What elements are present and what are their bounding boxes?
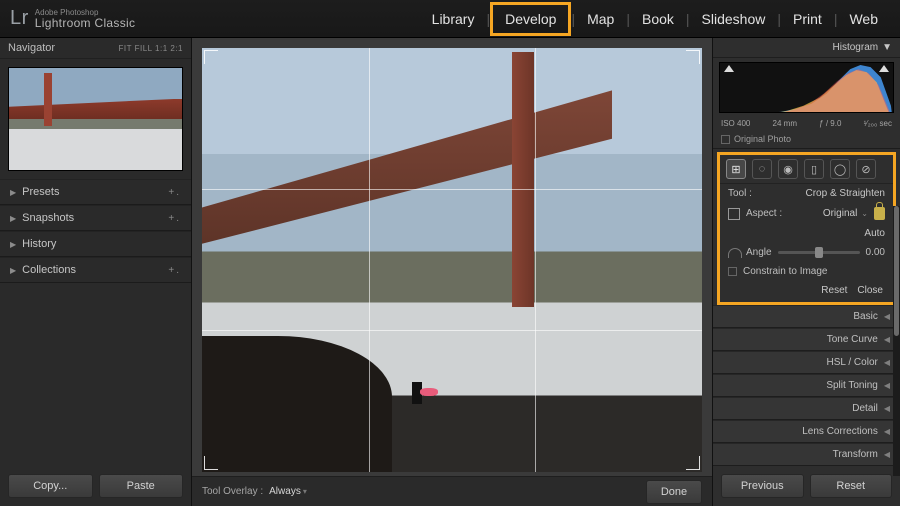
original-photo-row[interactable]: Original Photo <box>713 130 900 149</box>
module-map[interactable]: Map <box>575 5 626 33</box>
body: Navigator FIT FILL 1:1 2:1 ▶Presets+. ▶S… <box>0 38 900 506</box>
right-scrollbar[interactable] <box>893 206 900 476</box>
crop-handle-tl[interactable] <box>204 50 218 64</box>
right-buttons: Previous Reset <box>713 466 900 506</box>
center-column: Tool Overlay : Always ▾ Done <box>192 38 712 506</box>
meta-shutter: ¹⁄₂₀₀ sec <box>864 119 892 128</box>
aspect-label: Aspect : <box>746 208 782 219</box>
reset-button[interactable]: Reset <box>810 474 893 498</box>
panel-transform[interactable]: Transform◀ <box>713 443 900 466</box>
tool-strip: ⊞ ◌ ◉ ▯ ◯ ⊘ <box>720 155 893 184</box>
navigator-header[interactable]: Navigator FIT FILL 1:1 2:1 <box>0 38 191 59</box>
spot-tool-icon[interactable]: ◌ <box>752 159 772 179</box>
previous-button[interactable]: Previous <box>721 474 804 498</box>
paste-button[interactable]: Paste <box>99 474 184 498</box>
navigator-label: Navigator <box>8 42 55 54</box>
tool-name-row: Tool : Crop & Straighten <box>720 184 893 203</box>
panel-presets[interactable]: ▶Presets+. <box>0 179 191 205</box>
logo: Lr <box>10 7 29 30</box>
constrain-label: Constrain to Image <box>743 266 828 277</box>
histogram-header[interactable]: Histogram▼ <box>713 38 900 58</box>
module-slideshow[interactable]: Slideshow <box>690 5 778 33</box>
app-frame: Lr Adobe Photoshop Lightroom Classic Lib… <box>0 0 900 506</box>
left-buttons: Copy... Paste <box>0 466 191 506</box>
module-print[interactable]: Print <box>781 5 834 33</box>
aspect-row: Aspect : Original ⌄ <box>720 203 893 224</box>
angle-label: Angle <box>746 247 772 258</box>
chevron-down-icon[interactable]: ▾ <box>303 487 307 496</box>
brand: Lr Adobe Photoshop Lightroom Classic <box>10 7 135 30</box>
module-book[interactable]: Book <box>630 5 686 33</box>
left-column: Navigator FIT FILL 1:1 2:1 ▶Presets+. ▶S… <box>0 38 192 506</box>
module-develop[interactable]: Develop <box>490 2 571 36</box>
module-picker: Library| Develop| Map| Book| Slideshow| … <box>420 2 890 36</box>
crop-grid[interactable] <box>202 48 702 472</box>
dropdown-icon[interactable]: ⌄ <box>861 209 868 218</box>
slider-thumb[interactable] <box>815 247 823 258</box>
meta-aperture: ƒ / 9.0 <box>819 119 841 128</box>
angle-value[interactable]: 0.00 <box>866 247 885 258</box>
thumb-pylon <box>44 73 52 126</box>
meta-iso: ISO 400 <box>721 119 750 128</box>
crop-tool-icon[interactable]: ⊞ <box>726 159 746 179</box>
topbar: Lr Adobe Photoshop Lightroom Classic Lib… <box>0 0 900 38</box>
brand-title: Lightroom Classic <box>35 17 135 29</box>
module-library[interactable]: Library <box>420 5 487 33</box>
copy-button[interactable]: Copy... <box>8 474 93 498</box>
crop-handle-bl[interactable] <box>204 456 218 470</box>
panel-snapshots[interactable]: ▶Snapshots+. <box>0 205 191 231</box>
brush-tool-icon[interactable]: ⊘ <box>856 159 876 179</box>
angle-row: Angle 0.00 <box>720 243 893 262</box>
crop-actions: Reset Close <box>720 281 893 300</box>
image-canvas[interactable] <box>202 48 702 472</box>
checkbox-icon[interactable] <box>728 267 737 276</box>
scrollbar-thumb[interactable] <box>894 206 899 336</box>
panel-detail[interactable]: Detail◀ <box>713 397 900 420</box>
chevron-down-icon: ▼ <box>882 42 892 53</box>
aspect-value[interactable]: Original <box>823 208 857 219</box>
meta-focal: 24 mm <box>773 119 797 128</box>
angle-icon <box>728 248 742 258</box>
crop-reset-button[interactable]: Reset <box>821 285 847 296</box>
tool-label: Tool : <box>728 188 752 199</box>
panel-split-toning[interactable]: Split Toning◀ <box>713 374 900 397</box>
exif-meta: ISO 400 24 mm ƒ / 9.0 ¹⁄₂₀₀ sec <box>713 117 900 130</box>
crop-close-button[interactable]: Close <box>857 285 883 296</box>
angle-slider[interactable] <box>778 251 860 254</box>
panel-basic[interactable]: Basic◀ <box>713 305 900 328</box>
panel-history[interactable]: ▶History <box>0 231 191 257</box>
radial-tool-icon[interactable]: ◯ <box>830 159 850 179</box>
auto-row: Auto <box>720 224 893 243</box>
original-photo-label: Original Photo <box>734 134 791 144</box>
crop-panel-highlight: ⊞ ◌ ◉ ▯ ◯ ⊘ Tool : Crop & Straighten Asp… <box>717 152 896 305</box>
checkbox-icon[interactable] <box>721 135 730 144</box>
crop-handle-br[interactable] <box>686 456 700 470</box>
panel-collections[interactable]: ▶Collections+. <box>0 257 191 283</box>
done-button[interactable]: Done <box>646 480 702 504</box>
crop-handle-tr[interactable] <box>686 50 700 64</box>
right-column: Histogram▼ ISO 400 24 mm ƒ / 9.0 ¹⁄₂₀₀ s… <box>712 38 900 506</box>
tool-overlay-value[interactable]: Always <box>269 486 301 497</box>
aspect-icon <box>728 208 740 220</box>
brand-text: Adobe Photoshop Lightroom Classic <box>35 9 135 29</box>
lock-icon[interactable] <box>874 207 885 220</box>
auto-button[interactable]: Auto <box>864 228 885 239</box>
thumb-bridge <box>9 99 182 119</box>
panel-tone-curve[interactable]: Tone Curve◀ <box>713 328 900 351</box>
zoom-presets[interactable]: FIT FILL 1:1 2:1 <box>119 44 183 53</box>
histogram[interactable] <box>719 62 894 113</box>
center-toolbar: Tool Overlay : Always ▾ Done <box>192 476 712 506</box>
grad-tool-icon[interactable]: ▯ <box>804 159 824 179</box>
panel-lens[interactable]: Lens Corrections◀ <box>713 420 900 443</box>
tool-overlay-label: Tool Overlay : <box>202 486 263 497</box>
navigator-thumbnail[interactable] <box>8 67 183 171</box>
panel-hsl[interactable]: HSL / Color◀ <box>713 351 900 374</box>
tool-name: Crop & Straighten <box>806 188 886 199</box>
module-web[interactable]: Web <box>837 5 890 33</box>
redeye-tool-icon[interactable]: ◉ <box>778 159 798 179</box>
constrain-row[interactable]: Constrain to Image <box>720 262 893 281</box>
